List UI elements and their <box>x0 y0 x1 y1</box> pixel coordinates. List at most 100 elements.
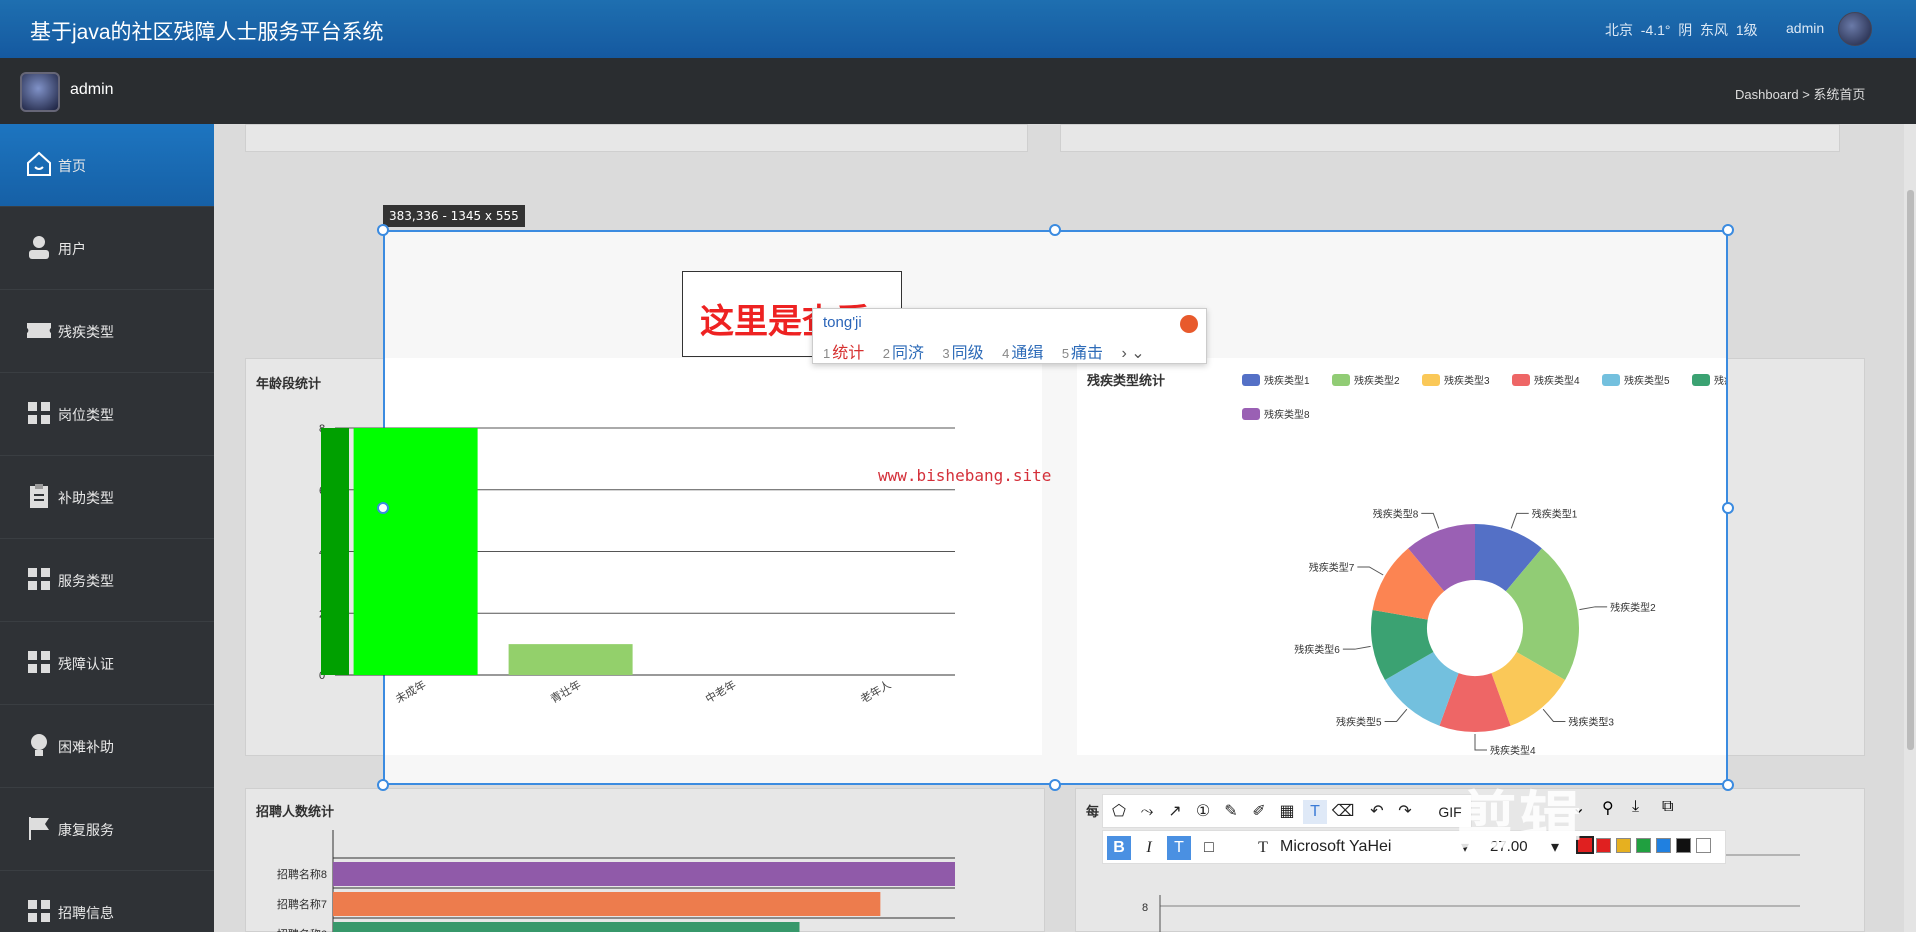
download-icon[interactable]: ⤓ <box>1632 798 1639 816</box>
arrow-tool-icon[interactable]: ↗ <box>1163 800 1187 824</box>
sidebar-item-job-type[interactable]: 岗位类型 <box>0 373 214 456</box>
number-tool-icon[interactable]: ① <box>1191 800 1215 824</box>
ime-logo-icon <box>1180 315 1198 333</box>
pin-icon[interactable]: ⚲ <box>1602 798 1614 818</box>
disability-donut-chart: 残疾类型1 残疾类型2 残疾类型3 残疾类型4 残疾类型5 残疾类型6 残疾类型7 残疾类型8… <box>1242 374 1726 755</box>
ime-candidate[interactable]: 1 统计 <box>823 345 864 362</box>
legend-label: 残疾类型6 <box>1714 374 1726 387</box>
ime-candidate[interactable]: 4 通缉 <box>1002 345 1043 362</box>
text-background-button[interactable]: □ <box>1197 836 1221 860</box>
sidebar-item-user[interactable]: 用户 <box>0 207 214 290</box>
avatar[interactable] <box>20 72 60 112</box>
sidebar-item-label: 岗位类型 <box>58 407 114 423</box>
legend-label: 残疾类型1 <box>1264 374 1310 387</box>
annotation-toolbar: ⬠ ⤳ ↗ ① ✎ ✐ ▦ T ⌫ ↶ ↷ GIF <box>1102 794 1472 828</box>
italic-button[interactable]: I <box>1137 836 1161 860</box>
bold-button[interactable]: B <box>1107 836 1131 860</box>
sidebar-item-subsidy-type[interactable]: 补助类型 <box>0 456 214 539</box>
legend-swatch <box>1512 374 1530 386</box>
label-leader-line <box>1342 645 1371 650</box>
sidebar-item-rehab-service[interactable]: 康复服务 <box>0 788 214 871</box>
ime-next-page-icon[interactable]: › ⌄ <box>1122 345 1145 362</box>
text-outline-button[interactable]: T <box>1167 836 1191 860</box>
sidebar-item-label: 残障认证 <box>58 656 114 672</box>
sidebar-username: admin <box>70 81 114 98</box>
slice-label: 残疾类型2 <box>1610 601 1656 614</box>
resize-handle-sw[interactable] <box>377 779 389 791</box>
sidebar-item-label: 残疾类型 <box>58 324 114 340</box>
slice-label: 残疾类型4 <box>1490 744 1536 755</box>
label-leader-line <box>1510 512 1529 529</box>
avatar[interactable] <box>1838 12 1872 46</box>
scrollbar-thumb[interactable] <box>1907 190 1914 750</box>
sidebar-item-disability-type[interactable]: 残疾类型 <box>0 290 214 373</box>
resize-handle-w[interactable] <box>377 502 389 514</box>
color-swatch[interactable] <box>1636 838 1651 853</box>
sidebar-item-label: 招聘信息 <box>58 905 114 921</box>
label-leader-line <box>1421 512 1440 529</box>
grid-icon <box>28 900 50 922</box>
text-style-toolbar: B I T □ T ▾ ▾ <box>1102 830 1726 864</box>
sidebar-item-hardship-subsidy[interactable]: 困难补助 <box>0 705 214 788</box>
watermark-text: www.bishebang.site <box>878 466 1052 485</box>
color-swatch[interactable] <box>1616 838 1631 853</box>
top-header: 基于java的社区残障人士服务平台系统 北京 -4.1° 阴 东风 1级 adm… <box>0 0 1916 58</box>
weather-info: 北京 -4.1° 阴 东风 1级 <box>1605 22 1758 38</box>
slice-label: 残疾类型7 <box>1309 561 1355 574</box>
home-icon <box>27 151 51 176</box>
x-tick-label: 老年人 <box>858 677 894 706</box>
legend-swatch <box>1602 374 1620 386</box>
app-title: 基于java的社区残障人士服务平台系统 <box>30 21 384 44</box>
pencil-tool-icon[interactable]: ✎ <box>1219 800 1243 824</box>
x-tick-label: 中老年 <box>703 677 739 706</box>
legend-label: 残疾类型4 <box>1534 374 1580 387</box>
resize-handle-n[interactable] <box>1049 224 1061 236</box>
legend-label: 残疾类型8 <box>1264 408 1310 421</box>
sidebar-item-service-type[interactable]: 服务类型 <box>0 539 214 622</box>
copy-icon[interactable]: ⧉ <box>1662 798 1673 816</box>
eraser-tool-icon[interactable]: ⌫ <box>1331 800 1355 824</box>
mosaic-tool-icon[interactable]: ▦ <box>1275 800 1299 824</box>
ime-candidate[interactable]: 2 同济 <box>883 345 924 362</box>
legend-swatch <box>1332 374 1350 386</box>
legend-swatch <box>1242 408 1260 420</box>
resize-handle-ne[interactable] <box>1722 224 1734 236</box>
color-swatch[interactable] <box>1656 838 1671 853</box>
age-chart: 02468未成年青壮年中老年老年人 <box>319 423 955 706</box>
sidebar-item-label: 服务类型 <box>58 573 114 589</box>
header-username[interactable]: admin <box>1786 20 1824 36</box>
label-leader-line <box>1579 606 1608 611</box>
resize-handle-e[interactable] <box>1722 502 1734 514</box>
text-tool-icon[interactable]: T <box>1303 800 1327 824</box>
breadcrumb[interactable]: Dashboard > 系统首页 <box>1735 84 1865 103</box>
font-family-select[interactable]: Microsoft YaHei <box>1280 838 1391 856</box>
sub-header: admin Dashboard > 系统首页 <box>0 58 1916 124</box>
undo-icon[interactable]: ↶ <box>1365 800 1389 824</box>
label-leader-line <box>1384 708 1408 722</box>
sidebar-item-certification[interactable]: 残障认证 <box>0 622 214 705</box>
slice-label: 残疾类型8 <box>1373 507 1419 520</box>
color-swatch[interactable] <box>1596 838 1611 853</box>
ime-candidate-window[interactable]: tong'ji 1 统计 2 同济 3 同级 4 通缉 5 痛击 › ⌄ <box>812 308 1207 364</box>
font-icon: T <box>1258 839 1268 856</box>
ime-candidate[interactable]: 3 同级 <box>942 345 983 362</box>
sidebar-item-label: 首页 <box>58 158 86 174</box>
sidebar-item-label: 康复服务 <box>58 822 114 838</box>
redo-icon[interactable]: ↷ <box>1393 800 1417 824</box>
resize-handle-s[interactable] <box>1049 779 1061 791</box>
shape-tool-icon[interactable]: ⬠ <box>1107 800 1131 824</box>
color-swatch[interactable] <box>1676 838 1691 853</box>
resize-handle-se[interactable] <box>1722 779 1734 791</box>
sidebar-item-recruitment[interactable]: 招聘信息 <box>0 871 214 932</box>
slice-label: 残疾类型5 <box>1336 715 1382 728</box>
marker-tool-icon[interactable]: ✐ <box>1247 800 1271 824</box>
color-swatch[interactable] <box>1696 838 1711 853</box>
resize-handle-nw[interactable] <box>377 224 389 236</box>
ime-candidate[interactable]: 5 痛击 <box>1062 345 1103 362</box>
bar <box>321 428 349 675</box>
ime-pinyin: tong'ji <box>823 314 862 331</box>
polyline-tool-icon[interactable]: ⤳ <box>1135 800 1159 824</box>
bulb-icon <box>31 734 47 756</box>
sidebar-item-label: 用户 <box>58 241 86 257</box>
sidebar-item-home[interactable]: 首页 <box>0 124 214 207</box>
